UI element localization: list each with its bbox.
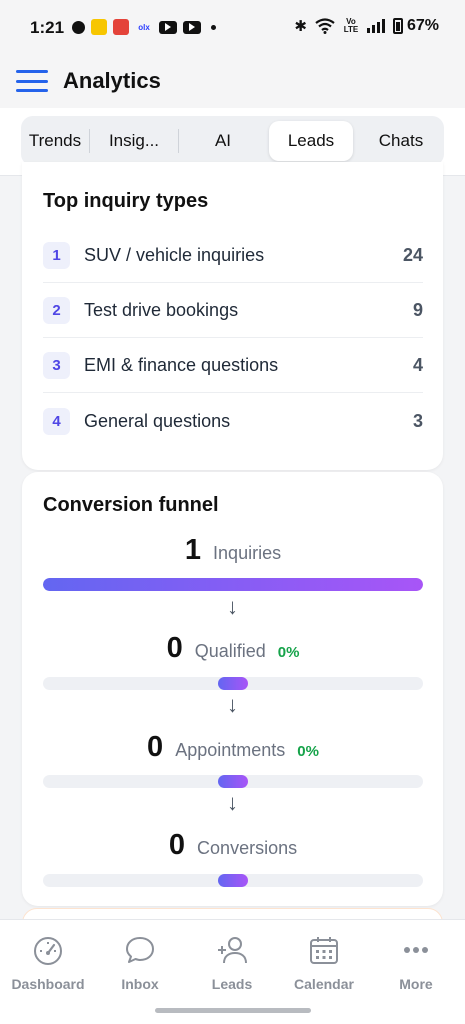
funnel-bar-fill — [43, 578, 423, 591]
app-header: Analytics — [0, 56, 465, 108]
bluetooth-icon: ✱ — [294, 18, 307, 35]
tab-chats[interactable]: Chats — [353, 121, 444, 161]
down-arrow-icon: ↓ — [227, 692, 238, 717]
funnel-label: Inquiries — [213, 543, 282, 563]
funnel-percent: 0% — [297, 743, 319, 760]
status-time: 1:21 — [30, 18, 65, 37]
nav-inbox[interactable]: Inbox — [94, 934, 186, 992]
funnel-bar-fill — [218, 874, 248, 887]
inquiry-rank: 1 — [43, 241, 70, 269]
system-status: ✱ Vo LTE 67% — [294, 17, 439, 35]
inquiry-count: 3 — [412, 411, 423, 431]
inquiry-row: 1 SUV / vehicle inquiries 24 — [43, 228, 423, 283]
notification-icons: olx — [72, 19, 216, 35]
more-dots-icon — [404, 947, 428, 953]
top-inquiry-types-card: Top inquiry types 1 SUV / vehicle inquir… — [22, 162, 443, 470]
funnel-bar-fill — [218, 677, 248, 690]
home-indicator[interactable] — [155, 1008, 311, 1013]
status-bar: 1:21 olx ✱ Vo LTE 67% — [0, 0, 465, 56]
volte-icon: Vo LTE — [343, 17, 359, 34]
youtube-notification-icon-2 — [183, 20, 201, 34]
inquiry-label: Test drive bookings — [84, 299, 239, 320]
calendar-icon — [310, 937, 338, 964]
nav-label: Calendar — [294, 976, 354, 992]
nav-label: Leads — [211, 976, 253, 992]
funnel-step-appointments: 0 Appointments 0% — [43, 731, 423, 764]
inquiry-count: 24 — [402, 244, 423, 265]
funnel-label: Conversions — [197, 838, 298, 858]
hamburger-menu-icon[interactable] — [16, 70, 48, 92]
down-arrow-icon: ↓ — [227, 594, 238, 619]
add-user-icon — [218, 937, 247, 964]
funnel-bar — [43, 578, 423, 591]
inquiry-row: 2 Test drive bookings 9 — [43, 283, 423, 338]
olx-notification-icon: olx — [138, 22, 150, 32]
funnel-step-inquiries: 1 Inquiries — [43, 534, 423, 567]
signal-icon — [366, 19, 385, 33]
inquiry-row: 3 EMI & finance questions 4 — [43, 338, 423, 393]
inquiry-row: 4 General questions 3 — [43, 394, 423, 449]
chat-bubble-icon — [126, 937, 154, 963]
funnel-value: 0 — [168, 829, 186, 861]
nav-leads[interactable]: Leads — [186, 934, 278, 992]
wifi-icon — [315, 18, 335, 34]
inquiry-label: General questions — [84, 411, 231, 431]
funnel-step-qualified: 0 Qualified 0% — [43, 632, 423, 665]
funnel-bar — [43, 677, 423, 690]
funnel-value: 1 — [184, 534, 202, 566]
nav-label: More — [399, 976, 433, 992]
funnel-bar — [43, 874, 423, 887]
gauge-icon — [34, 937, 62, 965]
inquiry-label: SUV / vehicle inquiries — [84, 244, 265, 265]
inquiry-rank: 3 — [43, 351, 70, 379]
youtube-notification-icon — [159, 20, 177, 34]
inquiry-count: 9 — [412, 299, 423, 320]
battery-icon — [392, 18, 403, 34]
tab-leads[interactable]: Leads — [269, 121, 353, 161]
funnel-percent: 0% — [277, 644, 300, 661]
funnel-bar-fill — [218, 775, 248, 788]
funnel-bar — [43, 775, 423, 788]
tab-insights[interactable]: Insig... — [90, 121, 178, 161]
down-arrow-icon: ↓ — [227, 790, 238, 815]
inquiry-rank: 2 — [43, 296, 70, 324]
funnel-value: 0 — [147, 731, 164, 763]
calendar-notification-icon — [113, 19, 129, 35]
app-notification-icon — [91, 19, 107, 35]
inquiry-label: EMI & finance questions — [84, 354, 279, 375]
nav-label: Inbox — [121, 976, 159, 992]
nav-more[interactable]: More — [370, 934, 462, 992]
funnel-label: Qualified — [194, 641, 266, 661]
more-notifications-dot-icon — [211, 24, 216, 30]
card-title: Conversion funnel — [43, 494, 219, 516]
page-title: Analytics — [63, 68, 161, 93]
card-title: Top inquiry types — [43, 190, 209, 212]
funnel-value: 0 — [166, 632, 183, 664]
nav-label: Dashboard — [11, 976, 85, 992]
inquiry-rank: 4 — [43, 408, 70, 435]
inquiry-count: 4 — [412, 354, 423, 375]
funnel-step-conversions: 0 Conversions — [43, 829, 423, 862]
funnel-label: Appointments — [175, 740, 286, 760]
chat-notification-icon — [72, 20, 85, 34]
tab-trends[interactable]: Trends — [21, 121, 89, 161]
analytics-tabs: Trends Insig... AI Leads Chats — [21, 116, 444, 166]
tab-ai[interactable]: AI — [179, 121, 267, 161]
nav-dashboard[interactable]: Dashboard — [2, 934, 94, 992]
nav-calendar[interactable]: Calendar — [278, 934, 370, 992]
conversion-funnel-card: Conversion funnel 1 Inquiries ↓ 0 Qualif… — [22, 472, 443, 906]
battery-percent: 67% — [406, 17, 439, 34]
